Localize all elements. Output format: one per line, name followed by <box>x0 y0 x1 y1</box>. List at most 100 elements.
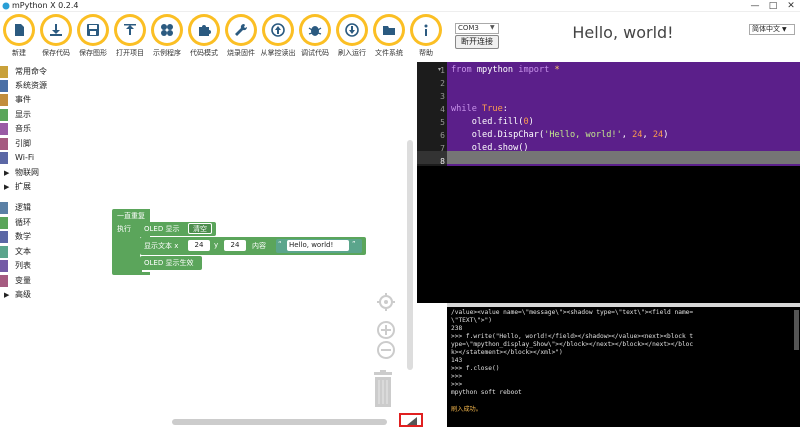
category-pins[interactable]: 引脚 <box>0 137 55 151</box>
toolbar-icon-circle <box>302 17 328 43</box>
editor-empty-area[interactable] <box>417 166 800 303</box>
resize-handle[interactable] <box>399 413 423 427</box>
chevron-down-icon: ▼ <box>490 24 495 31</box>
oled-show-label: OLED 显示 <box>144 225 180 233</box>
category-color-bar <box>0 138 8 150</box>
examples-button[interactable]: 示例程序 <box>148 12 186 62</box>
category-common[interactable]: 常用命令 <box>0 65 55 79</box>
toolbar-icon-circle <box>43 17 69 43</box>
text-block[interactable]: “ Hello, world! ” <box>276 239 362 253</box>
category-label: 扩展 <box>15 182 31 191</box>
zoom-out-icon[interactable] <box>376 340 396 360</box>
toolbar-icon-circle <box>265 17 291 43</box>
workspace-vertical-scrollbar[interactable] <box>407 140 413 370</box>
line-number: 4 <box>440 105 445 114</box>
category-color-bar <box>0 123 8 135</box>
open-project-icon <box>124 24 136 35</box>
debug-code-button[interactable]: 调试代码 <box>296 12 334 62</box>
code-token: 'Hello, world!' <box>544 130 622 140</box>
do-label: 执行 <box>117 225 131 233</box>
category-label: 数学 <box>15 232 31 241</box>
trash-icon[interactable] <box>370 370 396 408</box>
new-file-button[interactable]: 新建 <box>0 12 38 62</box>
help-button[interactable]: 帮助 <box>407 12 445 62</box>
code-line: oled.show() <box>451 142 529 155</box>
code-token: , <box>642 130 653 140</box>
category-logic[interactable]: 逻辑 <box>0 201 55 215</box>
toolbar-icon-circle <box>117 17 143 43</box>
category-lists[interactable]: 列表 <box>0 259 55 273</box>
save-code-icon <box>50 24 62 36</box>
toolbar-icon-circle <box>373 14 405 46</box>
puzzle-icon <box>199 25 211 36</box>
display-text-block[interactable]: 显示文本 x 24 y 24 内容 “ Hello, world! ” <box>140 237 366 255</box>
y-value-field[interactable]: 24 <box>224 240 246 251</box>
expand-triangle-icon: ▶ <box>4 291 10 299</box>
resize-corner-icon <box>407 417 417 425</box>
read-from-board-button[interactable]: 从掌控读出 <box>259 12 297 62</box>
category-label: 引脚 <box>15 139 31 148</box>
category-extensions[interactable]: ▶ 扩展 <box>0 180 55 194</box>
code-token: oled.DispChar( <box>451 130 545 140</box>
save-image-button[interactable]: 保存图形 <box>74 12 112 62</box>
console-scrollbar[interactable] <box>794 310 799 350</box>
expand-triangle-icon: ▶ <box>4 183 10 191</box>
language-select[interactable]: 简体中文 ▼ <box>749 24 795 35</box>
oled-clear-block[interactable]: OLED 显示 清空 <box>140 222 216 236</box>
toolbar-icon-circle <box>376 17 402 43</box>
code-token: * <box>554 65 560 75</box>
maximize-button[interactable]: □ <box>766 0 780 12</box>
minimize-button[interactable]: — <box>748 0 762 12</box>
category-label: 事件 <box>15 95 31 104</box>
download-icon <box>345 23 359 37</box>
code-token: , <box>621 130 633 140</box>
category-advanced[interactable]: ▶ 高级 <box>0 288 55 302</box>
category-wifi[interactable]: Wi-Fi <box>0 151 55 165</box>
category-music[interactable]: 音乐 <box>0 122 55 136</box>
toolbar-icon-circle <box>40 14 72 46</box>
category-color-bar <box>0 66 8 78</box>
category-events[interactable]: 事件 <box>0 93 55 107</box>
toolbar-icon-circle <box>77 14 109 46</box>
toolbar-icon-circle <box>299 14 331 46</box>
category-sidebar: 常用命令 系统资源 事件 显示 音乐 引脚 Wi-Fi ▶ 物联网 ▶ 扩展 逻辑 … <box>0 62 55 427</box>
category-label: 常用命令 <box>15 67 47 76</box>
line-number: 1 <box>440 66 445 75</box>
category-variables[interactable]: 变量 <box>0 274 55 288</box>
open-project-button[interactable]: 打开项目 <box>111 12 149 62</box>
code-token: 24 <box>632 130 643 140</box>
category-label: 物联网 <box>15 168 39 177</box>
app-logo-icon <box>2 2 10 10</box>
category-text[interactable]: 文本 <box>0 245 55 259</box>
code-token: while <box>451 104 483 114</box>
code-token: True <box>482 104 503 114</box>
workspace-horizontal-scrollbar[interactable] <box>172 419 387 425</box>
code-mode-button[interactable]: 代码模式 <box>185 12 223 62</box>
oled-show-effect-block[interactable]: OLED 显示生效 <box>140 256 202 270</box>
save-code-button[interactable]: 保存代码 <box>37 12 75 62</box>
category-display[interactable]: 显示 <box>0 108 55 122</box>
burn-firmware-button[interactable]: 烧录固件 <box>222 12 260 62</box>
workspace-tools <box>370 290 406 410</box>
category-label: 显示 <box>15 110 31 119</box>
console-line: k></statement></block></xml>") <box>451 349 563 356</box>
serial-console[interactable]: /value><value name=\"message\"><shadow t… <box>447 307 800 427</box>
zoom-in-icon[interactable] <box>376 320 396 340</box>
y-label: y <box>214 241 219 249</box>
category-loops[interactable]: 循环 <box>0 216 55 230</box>
text-value-field[interactable]: Hello, world! <box>287 240 349 251</box>
category-math[interactable]: 数学 <box>0 230 55 244</box>
category-iot[interactable]: ▶ 物联网 <box>0 166 55 180</box>
clear-dropdown[interactable]: 清空 <box>188 223 212 234</box>
line-number: 3 <box>440 92 445 101</box>
code-token: ) <box>663 130 669 140</box>
code-token: ) <box>528 117 534 127</box>
disconnect-button[interactable]: 断开连接 <box>455 35 499 49</box>
examples-icon <box>161 24 173 36</box>
x-value-field[interactable]: 24 <box>188 240 210 251</box>
close-button[interactable]: ✕ <box>784 0 798 12</box>
file-system-button[interactable]: 文件系统 <box>370 12 408 62</box>
category-system[interactable]: 系统资源 <box>0 79 55 93</box>
recenter-icon[interactable] <box>376 292 396 312</box>
flash-run-button[interactable]: 刷入运行 <box>333 12 371 62</box>
